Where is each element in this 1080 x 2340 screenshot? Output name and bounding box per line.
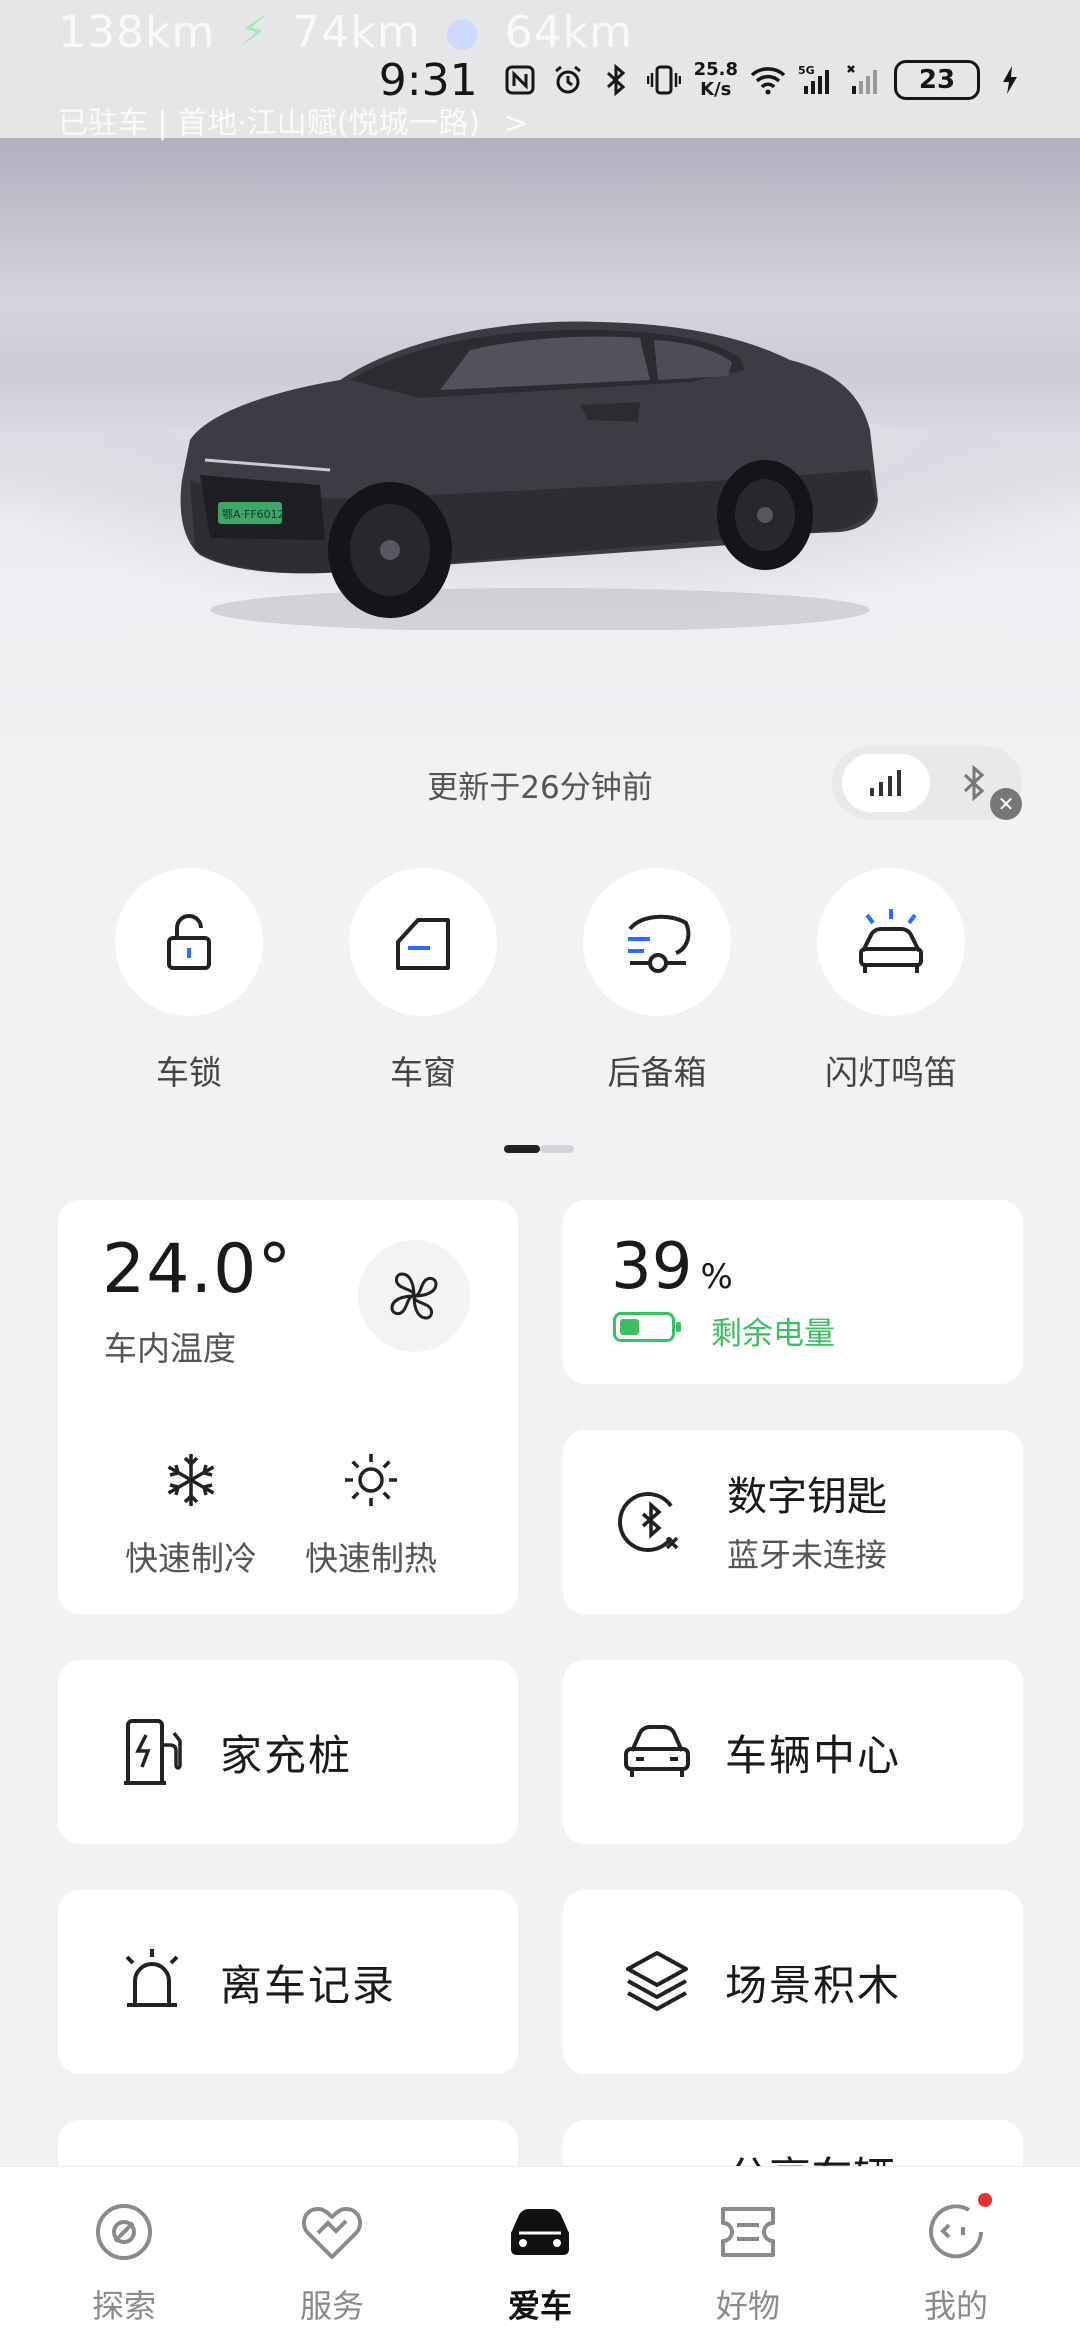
sun-icon [345,1454,397,1506]
fan-icon [390,1272,438,1320]
net-speed: 25.8 K/s [693,59,738,100]
bluetooth-key-icon [618,1492,679,1552]
digital-key-status: 蓝牙未连接 [727,1536,888,1574]
goods-icon [721,2207,775,2257]
page-dot-inactive [540,1145,574,1153]
vehicle-center-label: 车辆中心 [725,1730,902,1780]
cabin-temperature: 24.0° [102,1230,293,1309]
leave-record-label: 离车记录 [220,1960,397,2010]
parked-location[interactable]: 已驻车 | 首地·江山赋(悦城一路) > [58,98,529,142]
flash-horn-button[interactable] [817,868,965,1016]
tab-goods[interactable]: 好物 [668,2167,828,2327]
flash-horn-icon [859,909,923,973]
home-charger-card[interactable]: 家充桩 [58,1660,518,1844]
car-outline-icon [624,1725,690,1777]
quick-flash-horn[interactable]: 闪灯鸣笛 [811,868,971,1098]
charging-icon [992,62,1028,98]
bluetooth-icon [598,62,634,98]
vehicle-center-card[interactable]: 车辆中心 [563,1660,1023,1844]
battery-level-fill [620,1319,639,1335]
snowflake-icon [167,1454,215,1506]
battery-label: 剩余电量 [711,1316,835,1352]
tab-car[interactable]: 爱车 [460,2167,620,2327]
tab-goods-label: 好物 [715,2287,780,2325]
window-label: 车窗 [390,1053,456,1092]
vehicle-hero: 138km ⚡ 74km ● 64km 9:31 25.8 K/s 5G 23 … [0,0,1080,840]
cabin-temperature-label: 车内温度 [104,1329,236,1368]
battery-level-icon [613,1312,681,1342]
explore-icon [96,2204,152,2260]
quick-lock[interactable]: 车锁 [109,868,269,1098]
car-icon [511,2209,569,2255]
total-range: 138km [58,6,216,58]
trunk-button[interactable] [583,868,731,1016]
flash-horn-label: 闪灯鸣笛 [825,1053,957,1092]
electric-bolt-icon: ⚡ [239,9,269,55]
signal-bars-icon [870,770,901,796]
tab-explore-label: 探索 [91,2287,156,2325]
tab-service[interactable]: 服务 [252,2167,412,2327]
nfc-icon [502,62,538,98]
window-icon [396,918,450,970]
home-charger-label: 家充桩 [220,1730,353,1780]
chevron-right-icon: > [503,106,529,141]
lock-icon [167,914,211,970]
quick-window[interactable]: 车窗 [343,868,503,1098]
tab-service-label: 服务 [299,2287,364,2325]
bluetooth-icon [963,764,985,802]
connection-toggle[interactable]: ✕ [832,746,1022,820]
quick-cool-label: 快速制冷 [125,1539,257,1578]
quick-cool-button[interactable]: 快速制冷 [101,1450,281,1580]
tab-profile[interactable]: 我的 [876,2167,1036,2327]
alarm-light-icon [125,1949,179,2007]
trunk-label: 后备箱 [607,1053,707,1092]
quick-heat-label: 快速制热 [305,1539,437,1578]
svg-text:鄂A·FF6012: 鄂A·FF6012 [222,508,285,521]
charger-icon [124,1719,182,1785]
disconnected-badge-icon: ✕ [990,788,1022,820]
layers-icon [626,1951,688,2011]
scene-blocks-label: 场景积木 [725,1960,902,2010]
quick-heat-button[interactable]: 快速制热 [281,1450,461,1580]
leave-record-card[interactable]: 离车记录 [58,1890,518,2074]
fuel-drop-icon: ● [444,9,481,55]
page-dot-active [504,1145,540,1153]
trunk-icon [628,914,691,973]
window-button[interactable] [349,868,497,1016]
service-icon [301,2207,363,2259]
tab-car-label: 爱车 [507,2287,572,2325]
signal-5g-icon: 5G [798,62,834,98]
bottom-nav: 探索 服务 爱车 好物 我的 [0,2166,1080,2340]
battery-nub [676,1322,681,1332]
climate-card[interactable]: 24.0° 车内温度 快速制冷 快速制热 [58,1200,518,1614]
battery-percent: 39% [611,1230,733,1304]
lock-label: 车锁 [156,1053,222,1092]
digital-key-title: 数字钥匙 [727,1474,887,1520]
scene-blocks-card[interactable]: 场景积木 [563,1890,1023,2074]
fan-button[interactable] [358,1240,470,1352]
digital-key-card[interactable]: 数字钥匙 蓝牙未连接 [563,1430,1023,1614]
page-indicator [504,1145,574,1153]
alarm-icon [550,62,586,98]
battery-card[interactable]: 39% 剩余电量 [563,1200,1023,1384]
tab-explore[interactable]: 探索 [44,2167,204,2327]
wifi-icon [750,62,786,98]
signal-mode-button[interactable] [842,754,930,812]
vibrate-icon [646,62,682,98]
svg-text:5G: 5G [798,64,815,77]
notification-badge [978,2193,992,2207]
lock-button[interactable] [115,868,263,1016]
profile-icon [929,2204,983,2259]
quick-controls: 车锁 车窗 后备箱 闪灯鸣笛 [0,868,1080,1098]
phone-battery: 23 [894,60,980,100]
signal-weak-icon [846,62,882,98]
tab-profile-label: 我的 [923,2287,988,2325]
car-image: 鄂A·FF6012 [180,321,878,630]
quick-trunk[interactable]: 后备箱 [577,868,737,1098]
